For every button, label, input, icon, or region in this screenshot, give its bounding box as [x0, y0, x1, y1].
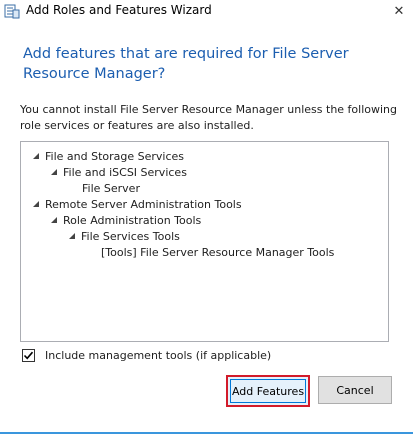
- tree-node-label: File and Storage Services: [45, 149, 185, 163]
- add-features-button[interactable]: Add Features: [226, 375, 310, 407]
- tree-node-file-iscsi-services: File and iSCSI Services: [49, 164, 187, 180]
- tree-node-remote-server-admin-tools: Remote Server Administration Tools: [31, 196, 242, 212]
- tree-node-label: File and iSCSI Services: [63, 165, 187, 179]
- title-bar: Add Roles and Features Wizard ✕: [0, 0, 413, 22]
- expanded-triangle-icon: [51, 169, 57, 175]
- tree-node-file-server: File Server: [82, 180, 140, 196]
- tree-node-label: Remote Server Administration Tools: [45, 197, 242, 211]
- tree-node-file-storage-services: File and Storage Services: [31, 148, 184, 164]
- tree-node-label: [Tools] File Server Resource Manager Too…: [101, 245, 335, 259]
- window-title: Add Roles and Features Wizard: [26, 3, 212, 17]
- add-features-button-face: Add Features: [230, 379, 306, 403]
- include-management-tools-checkbox[interactable]: [22, 348, 35, 362]
- tree-node-fsrm-tools: [Tools] File Server Resource Manager Too…: [101, 244, 334, 260]
- checkmark-icon: [23, 351, 34, 359]
- expanded-triangle-icon: [51, 217, 57, 223]
- close-icon: ✕: [393, 3, 405, 19]
- dialog-description: You cannot install File Server Resource …: [20, 103, 398, 132]
- tree-node-label: Role Administration Tools: [63, 213, 202, 227]
- include-management-tools-label: Include management tools (if applicable): [45, 348, 272, 362]
- cancel-label: Cancel: [336, 383, 374, 397]
- cancel-button[interactable]: Cancel: [318, 376, 392, 404]
- close-button[interactable]: ✕: [385, 0, 413, 22]
- required-features-list[interactable]: File and Storage Services File and iSCSI…: [20, 141, 389, 342]
- tree-node-label: File Services Tools: [81, 229, 180, 243]
- add-features-label: Add Features: [231, 384, 305, 398]
- expanded-triangle-icon: [69, 233, 75, 239]
- tree-node-role-admin-tools: Role Administration Tools: [49, 212, 201, 228]
- expanded-triangle-icon: [33, 201, 39, 207]
- dialog-heading: Add features that are required for File …: [23, 46, 349, 82]
- tree-node-label: File Server: [82, 181, 140, 195]
- tree-node-file-services-tools: File Services Tools: [67, 228, 180, 244]
- expanded-triangle-icon: [33, 153, 39, 159]
- include-management-tools-option[interactable]: Include management tools (if applicable): [22, 346, 271, 364]
- server-manager-icon: [4, 4, 20, 19]
